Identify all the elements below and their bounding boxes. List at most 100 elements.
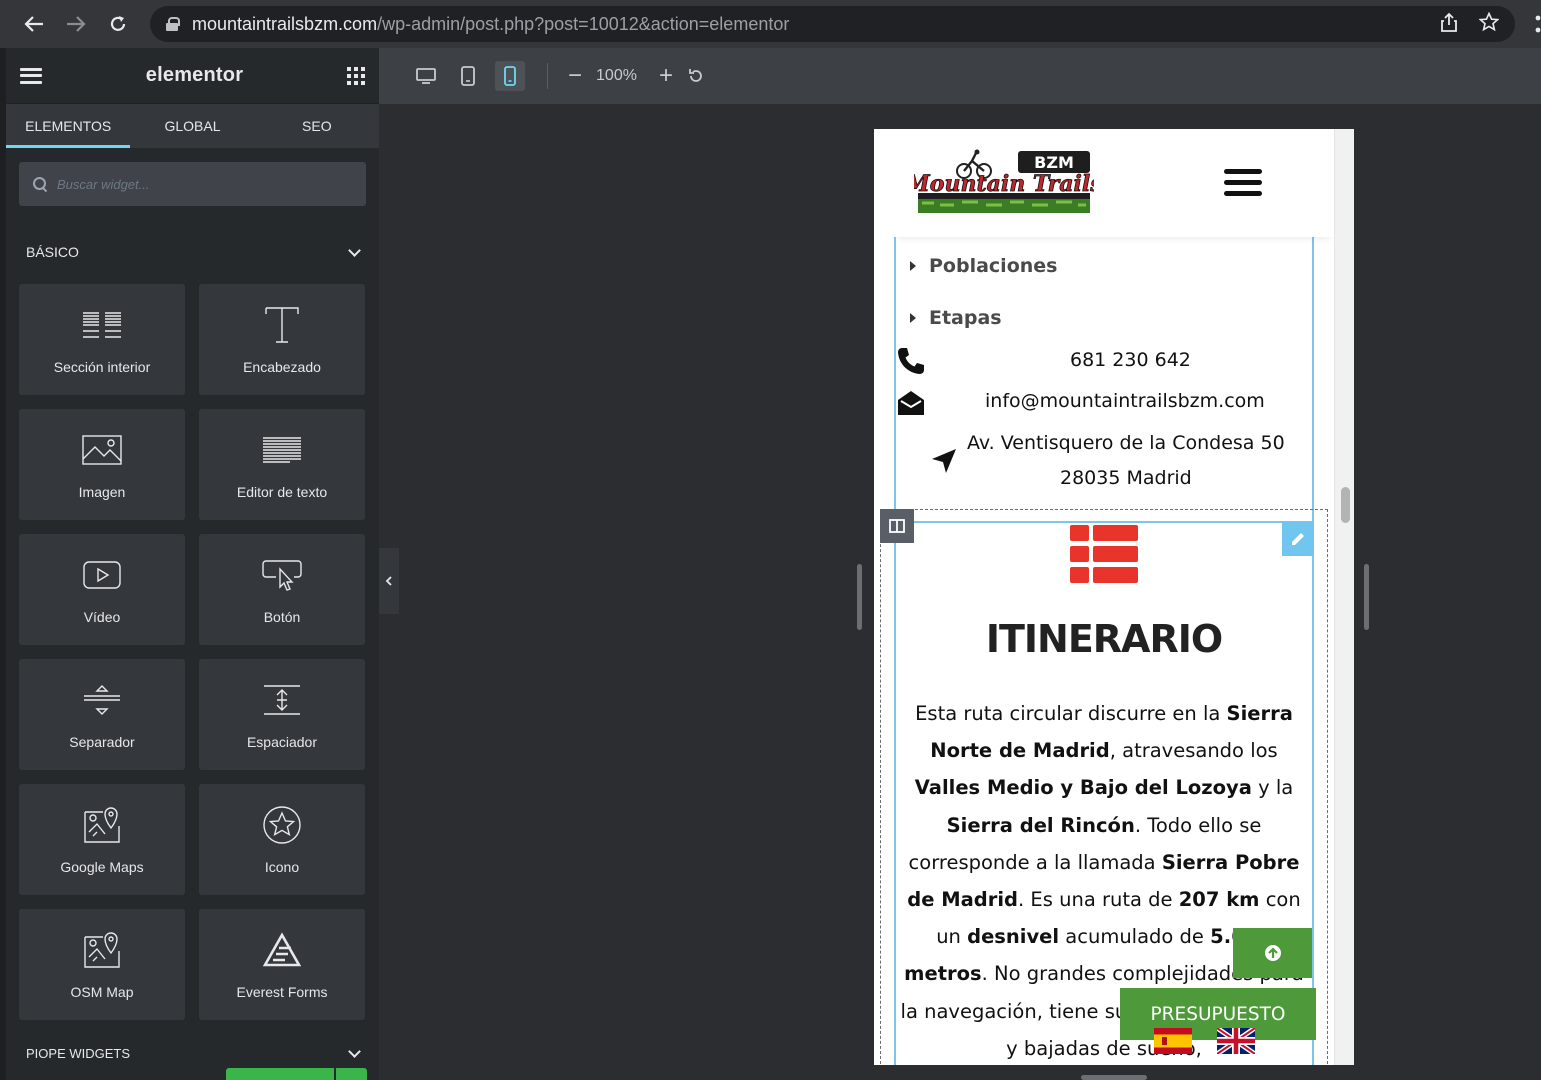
- spacer-icon: [260, 680, 304, 720]
- more-menu-icon[interactable]: [1535, 14, 1541, 34]
- paragraph-run: acumulado de: [1059, 925, 1211, 949]
- resize-handle-bottom[interactable]: [1081, 1075, 1147, 1080]
- zoom-in-icon[interactable]: +: [659, 62, 673, 90]
- url-host: mountaintrailsbzm.com: [192, 13, 378, 34]
- desktop-icon[interactable]: [411, 61, 441, 91]
- scrollbar-thumb[interactable]: [1341, 487, 1350, 523]
- publish-button[interactable]: [226, 1068, 334, 1080]
- widget-label: Google Maps: [60, 858, 144, 875]
- svg-text:BZM: BZM: [1034, 153, 1074, 172]
- itinerary-heading: ITINERARIO: [985, 617, 1223, 661]
- everest-forms-icon: [260, 930, 304, 970]
- widget-divider[interactable]: Separador: [19, 659, 185, 770]
- resize-handle-right[interactable]: [1364, 564, 1369, 630]
- publish-options-button[interactable]: [336, 1068, 367, 1080]
- caret-right-icon: [910, 313, 916, 323]
- resize-handle-left[interactable]: [857, 564, 862, 630]
- category-title: BÁSICO: [26, 244, 79, 260]
- widget-search: [19, 162, 366, 206]
- phone-number[interactable]: 681 230 642: [1070, 349, 1191, 371]
- widget-label: Botón: [263, 608, 301, 625]
- preview-scrollbar[interactable]: [1334, 129, 1354, 1065]
- spanish-flag-icon[interactable]: [1154, 1028, 1192, 1054]
- chevron-down-icon: [348, 243, 361, 257]
- widget-heading[interactable]: Encabezado: [199, 284, 365, 395]
- category-title: PIOPE WIDGETS: [26, 1045, 131, 1061]
- paragraph-bold-run: Sierra del Rincón: [946, 813, 1135, 837]
- phone-icon: [896, 346, 926, 381]
- mobile-preview: BZM Mountain Trails Poblaciones Etapas 6…: [874, 129, 1354, 1065]
- widget-label: Sección interior: [53, 358, 151, 375]
- tab-global[interactable]: GLOBAL: [130, 104, 254, 148]
- bookmark-star-icon[interactable]: [1478, 11, 1500, 37]
- widget-video[interactable]: Vídeo: [19, 534, 185, 645]
- mobile-menu-toggle[interactable]: [1224, 169, 1262, 197]
- widget-text-editor[interactable]: Editor de texto: [199, 409, 365, 520]
- widget-label: Everest Forms: [236, 983, 328, 1000]
- address-line-1: Av. Ventisquero de la Condesa 50: [967, 432, 1285, 454]
- site-logo[interactable]: BZM Mountain Trails: [904, 149, 1103, 217]
- menu-icon[interactable]: [20, 67, 42, 84]
- button-icon: [260, 555, 304, 595]
- widget-spacer[interactable]: Espaciador: [199, 659, 365, 770]
- heading-icon: [260, 305, 304, 345]
- widget-everest-forms[interactable]: Everest Forms: [199, 909, 365, 1020]
- location-arrow-icon: [930, 447, 958, 480]
- widget-image[interactable]: Imagen: [19, 409, 185, 520]
- paragraph-run: y la: [1251, 776, 1294, 800]
- widget-inner-section[interactable]: Sección interior: [19, 284, 185, 395]
- column-handle[interactable]: [880, 509, 914, 543]
- paragraph-bold-run: 207 km: [1178, 888, 1260, 912]
- widget-google-maps[interactable]: Google Maps: [19, 784, 185, 895]
- menu-item-etapas[interactable]: Etapas: [910, 307, 1002, 329]
- envelope-open-icon: [896, 389, 926, 422]
- caret-right-icon: [910, 261, 916, 271]
- category-basic-header[interactable]: BÁSICO: [6, 220, 379, 284]
- pencil-icon[interactable]: [1282, 522, 1314, 556]
- back-arrow-icon[interactable]: [14, 4, 54, 44]
- panel-tabs: ELEMENTOS GLOBAL SEO: [6, 104, 379, 148]
- responsive-toolbar: − 100% +: [379, 48, 1541, 104]
- widget-label: Encabezado: [243, 358, 321, 375]
- menu-item-poblaciones[interactable]: Poblaciones: [910, 255, 1057, 277]
- paragraph-run: , atravesando los: [1109, 739, 1278, 763]
- category-next-header[interactable]: PIOPE WIDGETS: [6, 1038, 379, 1068]
- paragraph-bold-run: Valles Medio y Bajo del Lozoya: [914, 776, 1252, 800]
- share-icon[interactable]: [1441, 12, 1457, 37]
- widget-label: Espaciador: [246, 733, 318, 750]
- tab-elementos[interactable]: ELEMENTOS: [6, 104, 131, 148]
- elementor-panel: elementor ELEMENTOS GLOBAL SEO BÁSICO Se…: [0, 48, 379, 1080]
- widget-label: OSM Map: [70, 983, 134, 1000]
- widget-label: Imagen: [78, 483, 126, 500]
- email-address[interactable]: info@mountaintrailsbzm.com: [985, 390, 1265, 412]
- browser-toolbar: mountaintrailsbzm.com/wp-admin/post.php?…: [0, 0, 1541, 48]
- forward-arrow-icon[interactable]: [56, 4, 96, 44]
- zoom-out-icon[interactable]: −: [568, 62, 582, 90]
- paragraph-run: . Es una ruta de: [1018, 888, 1179, 912]
- search-input[interactable]: [57, 176, 337, 192]
- reset-zoom-icon[interactable]: [687, 67, 705, 85]
- address-bar[interactable]: mountaintrailsbzm.com/wp-admin/post.php?…: [150, 6, 1515, 42]
- collapse-panel-button[interactable]: [379, 548, 399, 614]
- menu-item-label: Poblaciones: [929, 255, 1058, 277]
- widget-grid: Sección interior Encabezado Imagen Edito…: [6, 284, 379, 1020]
- search-icon: [33, 177, 47, 191]
- star-icon: [260, 805, 304, 845]
- reload-icon[interactable]: [98, 4, 138, 44]
- video-icon: [80, 555, 124, 595]
- scroll-to-top-button[interactable]: [1233, 928, 1312, 978]
- menu-item-label: Etapas: [929, 307, 1002, 329]
- widget-label: Editor de texto: [236, 483, 328, 500]
- text-editor-icon: [260, 430, 304, 470]
- widget-icon[interactable]: Icono: [199, 784, 365, 895]
- svg-text:Mountain Trails: Mountain Trails: [914, 171, 1094, 197]
- widget-osm-map[interactable]: OSM Map: [19, 909, 185, 1020]
- lock-icon: [166, 17, 180, 31]
- widget-button[interactable]: Botón: [199, 534, 365, 645]
- tablet-icon[interactable]: [453, 61, 483, 91]
- site-header: BZM Mountain Trails: [894, 129, 1334, 237]
- mobile-icon[interactable]: [495, 61, 525, 91]
- tab-seo[interactable]: SEO: [255, 104, 379, 148]
- widgets-grid-icon[interactable]: [346, 66, 365, 85]
- uk-flag-icon[interactable]: [1215, 1025, 1257, 1057]
